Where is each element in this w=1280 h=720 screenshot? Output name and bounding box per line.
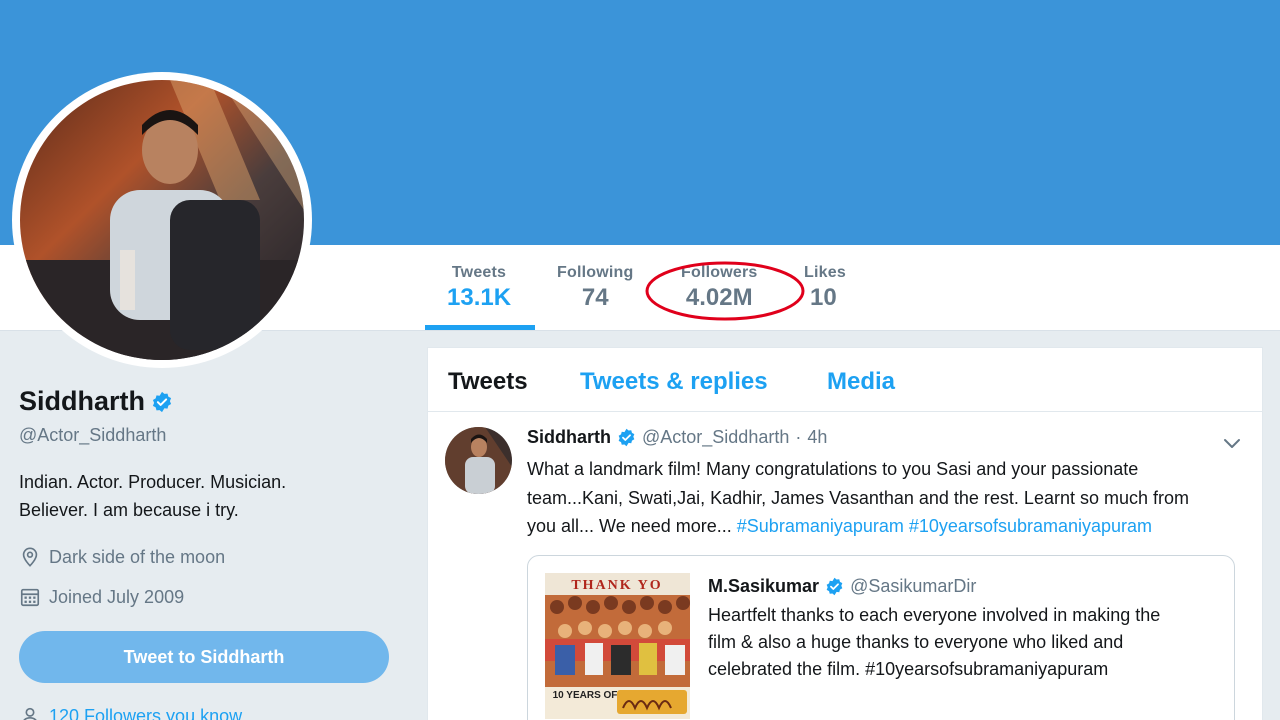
quoted-tweet[interactable]: THANK YO 10 YEARS OF M.Sasikumar @Sasiku…: [527, 555, 1235, 720]
stat-value: 74: [581, 284, 609, 311]
location-pin-icon: [22, 547, 38, 567]
image-text-bottom: 10 YEARS OF: [553, 690, 618, 701]
stat-tweets[interactable]: Tweets 13.1K: [447, 264, 511, 312]
verified-badge-icon: [826, 577, 843, 596]
chevron-down-icon[interactable]: [1222, 433, 1242, 453]
followers-you-know-text: 120 Followers you know: [49, 705, 243, 720]
tweet-author-avatar[interactable]: [445, 427, 512, 494]
followers-you-know-link[interactable]: 120 Followers you know: [19, 705, 242, 720]
quoted-text-line: celebrated the film. #10yearsofsubramani…: [708, 659, 1109, 679]
joined-text: Joined July 2009: [49, 586, 185, 607]
stat-value: 4.02M: [685, 284, 753, 311]
profile-name: Siddharth: [19, 386, 145, 416]
verified-badge-icon: [618, 428, 635, 447]
profile-name-row: Siddharth: [19, 386, 173, 417]
active-stat-underline: [425, 325, 535, 330]
tweet-text: What a landmark film! Many congratulatio…: [527, 455, 1247, 541]
tweet-text-plain: you all... We need more...: [527, 516, 737, 536]
tweet-text-line: What a landmark film! Many congratulatio…: [527, 459, 1139, 479]
calendar-icon: [20, 588, 40, 607]
tweet-author-name[interactable]: Siddharth: [527, 427, 611, 448]
tab-tweets-and-replies[interactable]: Tweets & replies: [580, 368, 768, 396]
tweet-timestamp[interactable]: 4h: [807, 427, 827, 448]
timeline-panel: Tweets Tweets & replies Media Siddharth …: [427, 347, 1263, 720]
stat-following[interactable]: Following 74: [557, 264, 633, 312]
quoted-author-handle: @SasikumarDir: [850, 576, 977, 596]
quoted-tweet-image[interactable]: THANK YO 10 YEARS OF: [545, 573, 690, 719]
tab-tweets[interactable]: Tweets: [448, 368, 528, 396]
profile-joined: Joined July 2009: [19, 586, 184, 608]
quoted-text-line: Heartfelt thanks to each everyone involv…: [708, 605, 1161, 625]
tweet-text-line: team...Kani, Swati,Jai, Kadhir, James Va…: [527, 487, 1190, 508]
avatar-photo: [20, 80, 304, 360]
profile-location: Dark side of the moon: [19, 546, 225, 568]
quoted-author-name: M.Sasikumar: [708, 576, 820, 596]
stat-followers[interactable]: Followers 4.02M: [681, 264, 757, 312]
tab-media[interactable]: Media: [827, 368, 895, 396]
location-text: Dark side of the moon: [49, 546, 226, 567]
profile-bio: Indian. Actor. Producer. Musician. Belie…: [19, 468, 349, 524]
tweet-header: Siddharth @Actor_Siddharth · 4h: [527, 427, 827, 448]
person-icon: [23, 707, 37, 720]
verified-badge-icon: [152, 391, 172, 412]
stat-label: Tweets: [451, 264, 507, 281]
tweet-text-line: you all... We need more... #Subramaniyap…: [527, 512, 1247, 541]
timeline-tabs: Tweets Tweets & replies Media: [428, 348, 1262, 412]
image-text-top: THANK YO: [571, 578, 662, 593]
tweet-to-button[interactable]: Tweet to Siddharth: [19, 631, 389, 683]
profile-avatar[interactable]: [12, 72, 312, 368]
tweet-item[interactable]: Siddharth @Actor_Siddharth · 4h What a l…: [428, 413, 1262, 720]
tweet-separator: ·: [795, 427, 802, 447]
stat-label: Followers: [681, 264, 758, 281]
stat-value: 10: [810, 284, 837, 311]
hashtag-link[interactable]: #Subramaniyapuram: [737, 516, 904, 536]
bio-line: Believer. I am because i try.: [19, 500, 239, 520]
stat-likes[interactable]: Likes 10: [804, 264, 846, 312]
tweet-author-handle[interactable]: @Actor_Siddharth: [642, 427, 789, 448]
quoted-tweet-header: M.Sasikumar @SasikumarDir: [708, 576, 976, 597]
quoted-tweet-text: Heartfelt thanks to each everyone involv…: [708, 602, 1228, 683]
hashtag-link[interactable]: #10yearsofsubramaniyapuram: [909, 516, 1152, 536]
bio-line: Indian. Actor. Producer. Musician.: [19, 472, 287, 492]
stat-value: 13.1K: [447, 284, 512, 311]
stat-label: Following: [557, 264, 634, 281]
profile-handle: @Actor_Siddharth: [19, 425, 167, 445]
quoted-text-line: film & also a huge thanks to everyone wh…: [708, 632, 1124, 652]
stat-label: Likes: [804, 264, 846, 281]
